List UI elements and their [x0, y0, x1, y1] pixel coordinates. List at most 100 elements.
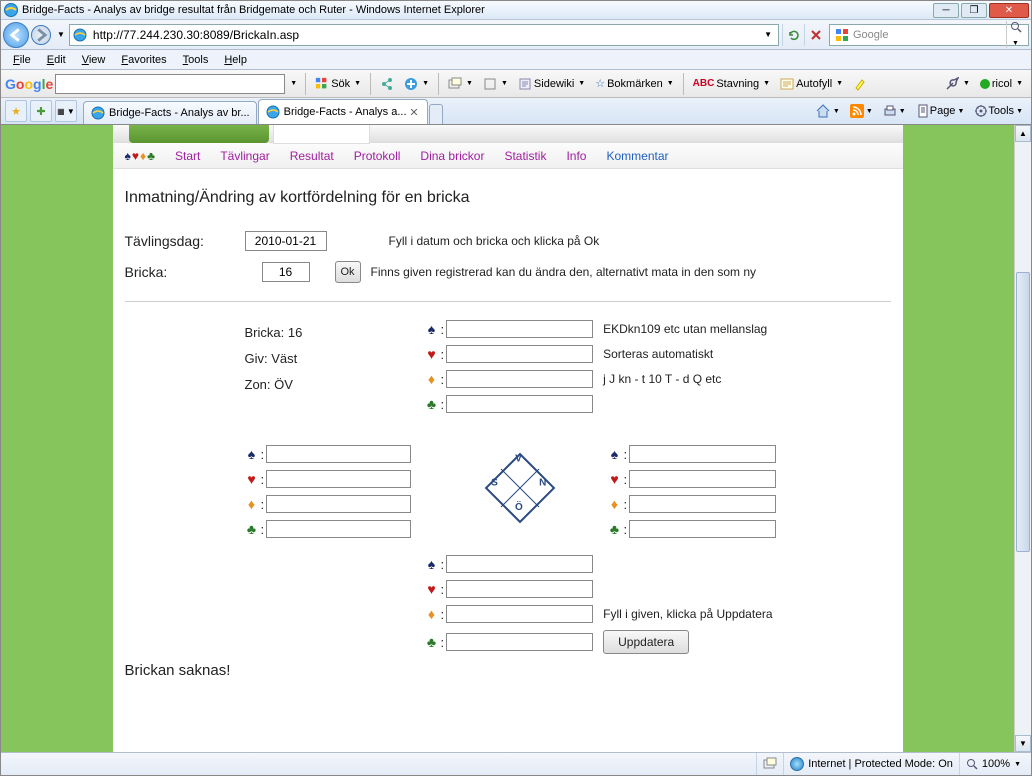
north-hand: ♠:EKDkn109 etc utan mellanslag ♥:Sortera… — [425, 320, 768, 420]
menu-file[interactable]: File — [5, 54, 39, 66]
ie-icon — [3, 2, 19, 18]
spade-icon: ♠ — [245, 446, 259, 462]
feeds-button[interactable]: ▼ — [846, 101, 877, 121]
scroll-down-button[interactable]: ▼ — [1015, 735, 1031, 752]
tab-label: Bridge-Facts - Analys av br... — [109, 107, 250, 119]
recent-dropdown[interactable]: ▼ — [57, 30, 65, 39]
hint-2: Finns given registrerad kan du ändra den… — [371, 265, 757, 279]
user-button[interactable]: ricol▼ — [976, 73, 1027, 95]
north-diamonds-input[interactable] — [446, 370, 593, 388]
west-diamonds-input[interactable] — [266, 495, 411, 513]
google-search-input[interactable] — [55, 74, 285, 94]
tab-close-icon[interactable]: ✕ — [407, 106, 420, 119]
nav-dina-brickor[interactable]: Dina brickor — [420, 149, 484, 163]
scroll-thumb[interactable] — [1016, 272, 1030, 552]
minimize-button[interactable]: ─ — [933, 3, 959, 18]
close-button[interactable]: ✕ — [989, 3, 1029, 18]
heart-icon: ♥ — [608, 471, 622, 487]
highlight-icon[interactable] — [849, 73, 871, 95]
tab-icon — [90, 105, 106, 121]
status-zone[interactable]: Internet | Protected Mode: On — [783, 753, 959, 775]
add-favorite-button[interactable]: ✚ — [30, 100, 52, 122]
nav-start[interactable]: Start — [175, 149, 200, 163]
tools-menu-button[interactable]: Tools▼ — [970, 101, 1027, 121]
status-zoom[interactable]: 100% ▼ — [959, 753, 1027, 775]
wrench-icon[interactable]: ▼ — [941, 73, 974, 95]
site-nav: ♠♥♦♣ Start Tävlingar Resultat Protokoll … — [113, 143, 903, 169]
page-menu-button[interactable]: Page▼ — [912, 101, 969, 121]
nav-statistik[interactable]: Statistik — [504, 149, 546, 163]
north-hearts-input[interactable] — [446, 345, 593, 363]
nav-kommentar[interactable]: Kommentar — [606, 149, 668, 163]
nav-toolbar: ▼ ▼ Google ▼ — [1, 20, 1031, 50]
autofill-button[interactable]: Autofyll▼ — [776, 73, 847, 95]
status-popup-icon[interactable] — [756, 753, 783, 775]
address-dropdown[interactable]: ▼ — [760, 30, 776, 39]
nav-info[interactable]: Info — [566, 149, 586, 163]
menu-tools[interactable]: Tools — [175, 54, 217, 66]
back-button[interactable] — [3, 22, 29, 48]
club-icon: ♣ — [425, 634, 439, 650]
favorites-star-button[interactable]: ★ — [5, 100, 27, 122]
search-go-button[interactable]: ▼ — [1006, 21, 1024, 48]
new-tab-button[interactable] — [429, 104, 443, 124]
google-search-dropdown[interactable]: ▼ — [287, 80, 300, 87]
deal-info: Bricka: 16 Giv: Väst Zon: ÖV — [245, 320, 303, 398]
east-diamonds-input[interactable] — [629, 495, 776, 513]
bookmarks-button[interactable]: ☆Bokmärken▼ — [591, 73, 677, 95]
quick-tabs-button[interactable]: ▦ ▼ — [55, 100, 77, 122]
west-hearts-input[interactable] — [266, 470, 411, 488]
google-toolbar: Google ▼ Sök▼ ▼ ▼ ▼ Sidewiki▼ ☆Bokmärken… — [1, 70, 1031, 98]
spade-icon: ♠ — [425, 321, 439, 337]
menu-view[interactable]: View — [74, 54, 114, 66]
spellcheck-button[interactable]: ABCStavning▼ — [689, 73, 774, 95]
north-spades-input[interactable] — [446, 320, 593, 338]
north-hint-hearts: Sorteras automatiskt — [603, 347, 713, 361]
info-giv: Giv: Väst — [245, 346, 303, 372]
google-logo: Google — [5, 76, 53, 92]
west-spades-input[interactable] — [266, 445, 411, 463]
search-placeholder: Google — [853, 29, 1006, 41]
menu-help[interactable]: Help — [216, 54, 255, 66]
menu-favorites[interactable]: Favorites — [113, 54, 174, 66]
home-button[interactable]: ▼ — [811, 101, 844, 121]
sidewiki-button[interactable]: Sidewiki▼ — [514, 73, 589, 95]
south-diamonds-input[interactable] — [446, 605, 593, 623]
update-button[interactable]: Uppdatera — [603, 630, 689, 654]
east-hand: ♠: ♥: ♦: ♣: — [608, 445, 777, 545]
vertical-scrollbar[interactable]: ▲ ▼ — [1014, 125, 1031, 752]
address-input[interactable] — [91, 27, 760, 43]
browser-search-box[interactable]: Google ▼ — [829, 24, 1029, 46]
ok-button[interactable]: Ok — [335, 261, 361, 283]
site-header — [113, 125, 903, 143]
tavlingsdag-input[interactable] — [245, 231, 327, 251]
east-clubs-input[interactable] — [629, 520, 776, 538]
new-window-icon[interactable]: ▼ — [479, 73, 512, 95]
diamond-icon: ♦ — [245, 496, 259, 512]
plus-icon[interactable]: ▼ — [400, 73, 433, 95]
scroll-up-button[interactable]: ▲ — [1015, 125, 1031, 142]
print-button[interactable]: ▼ — [879, 101, 910, 121]
north-clubs-input[interactable] — [446, 395, 593, 413]
west-clubs-input[interactable] — [266, 520, 411, 538]
refresh-button[interactable] — [782, 24, 804, 46]
south-hearts-input[interactable] — [446, 580, 593, 598]
south-clubs-input[interactable] — [446, 633, 593, 651]
east-spades-input[interactable] — [629, 445, 776, 463]
east-hearts-input[interactable] — [629, 470, 776, 488]
tab-2-active[interactable]: Bridge-Facts - Analys a... ✕ — [258, 99, 428, 124]
address-bar[interactable]: ▼ — [69, 24, 779, 46]
tab-1[interactable]: Bridge-Facts - Analys av br... — [83, 101, 257, 124]
bricka-input[interactable] — [262, 262, 310, 282]
south-spades-input[interactable] — [446, 555, 593, 573]
stop-button[interactable] — [804, 24, 826, 46]
google-search-button[interactable]: Sök▼ — [311, 73, 365, 95]
nav-protokoll[interactable]: Protokoll — [354, 149, 401, 163]
menu-edit[interactable]: Edit — [39, 54, 74, 66]
restore-button[interactable]: ❐ — [961, 3, 987, 18]
forward-button[interactable] — [31, 25, 51, 45]
share-icon[interactable] — [376, 73, 398, 95]
nav-resultat[interactable]: Resultat — [290, 149, 334, 163]
popup-icon[interactable]: ▼ — [444, 73, 477, 95]
nav-tavlingar[interactable]: Tävlingar — [220, 149, 269, 163]
